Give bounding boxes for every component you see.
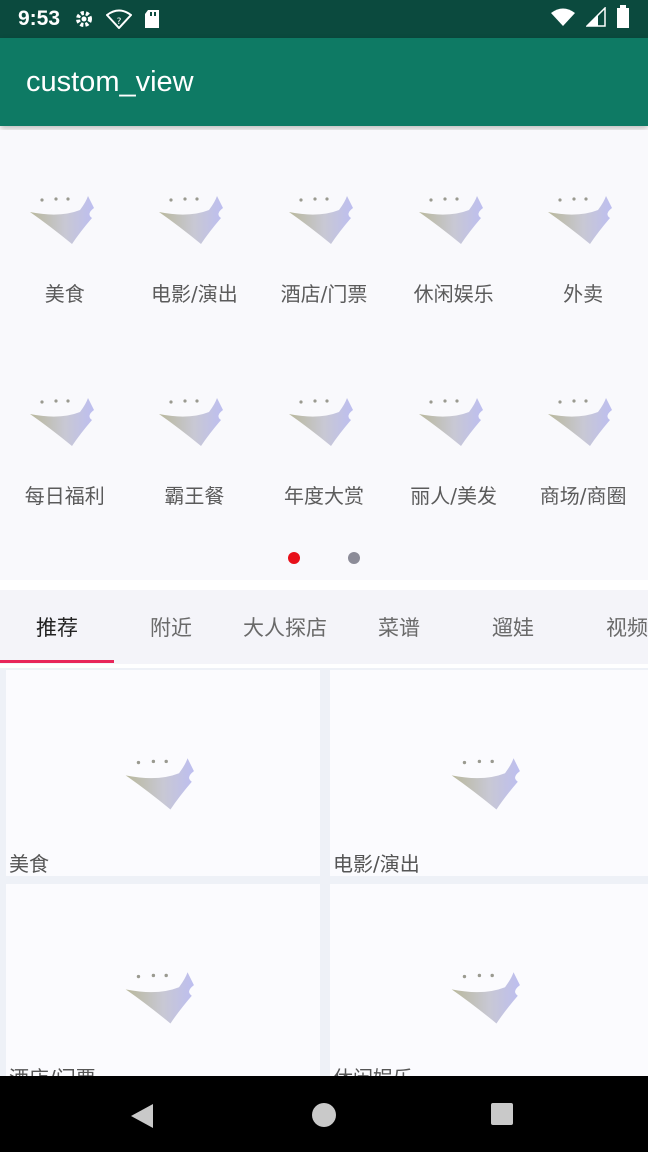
category-item[interactable]: 休闲娱乐: [389, 192, 519, 362]
placeholder-image-icon: [29, 398, 94, 446]
category-item[interactable]: 酒店/门票: [259, 192, 389, 362]
placeholder-image-icon: [288, 196, 353, 244]
card-label: 电影/演出: [333, 852, 420, 876]
placeholder-image-icon: [548, 398, 613, 446]
tab-video[interactable]: 视频: [570, 612, 648, 642]
app-title: custom_view: [26, 65, 194, 98]
battery-icon: [616, 5, 630, 33]
placeholder-image-icon: [451, 758, 520, 810]
content-card[interactable]: 电影/演出: [330, 670, 648, 876]
placeholder-image-icon: [451, 972, 520, 1024]
app-bar: custom_view: [0, 38, 648, 126]
category-label: 年度大赏: [283, 484, 364, 508]
page-indicator: [0, 552, 648, 566]
category-label: 美食: [44, 282, 85, 306]
placeholder-image-icon: [159, 398, 224, 446]
tab-indicator: [0, 660, 114, 663]
placeholder-image-icon: [125, 972, 194, 1024]
category-label: 每日福利: [24, 484, 105, 508]
category-item[interactable]: 年度大赏: [259, 394, 389, 564]
category-row: 每日福利 霸王餐 年度大赏 丽人/美发 商场/商圈: [0, 394, 648, 564]
category-grid[interactable]: 美食 电影/演出 酒店/门票 休闲娱乐 外卖 每日福利 霸王餐 年度大赏 丽人/…: [0, 130, 648, 580]
category-item[interactable]: 商场/商圈: [518, 394, 648, 564]
category-item[interactable]: 外卖: [518, 192, 648, 362]
category-item[interactable]: 霸王餐: [130, 394, 260, 564]
category-label: 丽人/美发: [410, 484, 497, 508]
content-card[interactable]: 休闲娱乐: [330, 884, 648, 1076]
category-label: 霸王餐: [164, 484, 225, 508]
tab-recipes[interactable]: 菜谱: [342, 612, 456, 642]
placeholder-image-icon: [418, 398, 483, 446]
page-dot-active[interactable]: [288, 552, 300, 564]
category-item[interactable]: 电影/演出: [130, 192, 260, 362]
content-card[interactable]: 酒店/门票: [6, 884, 320, 1076]
category-row: 美食 电影/演出 酒店/门票 休闲娱乐 外卖: [0, 192, 648, 362]
placeholder-image-icon: [29, 196, 94, 244]
tab-recommend[interactable]: 推荐: [0, 612, 114, 642]
page-dot-inactive[interactable]: [348, 552, 360, 564]
category-label: 商场/商圈: [539, 484, 627, 508]
tab-bar[interactable]: 推荐 附近 大人探店 菜谱 遛娃 视频: [0, 590, 648, 664]
placeholder-image-icon: [548, 196, 613, 244]
category-item[interactable]: 丽人/美发: [389, 394, 519, 564]
category-label: 休闲娱乐: [413, 282, 494, 306]
tab-store-visit[interactable]: 大人探店: [228, 612, 342, 642]
tab-nearby[interactable]: 附近: [114, 612, 228, 642]
home-icon[interactable]: [311, 1102, 337, 1132]
placeholder-image-icon: [418, 196, 483, 244]
back-icon[interactable]: [128, 1102, 156, 1134]
wifi-question-icon: ?: [106, 9, 133, 29]
category-label: 电影/演出: [151, 282, 238, 306]
wifi-icon: [550, 7, 576, 31]
placeholder-image-icon: [159, 196, 224, 244]
svg-text:?: ?: [117, 17, 122, 27]
recents-icon[interactable]: [490, 1102, 514, 1130]
category-item[interactable]: 美食: [0, 192, 130, 362]
placeholder-image-icon: [125, 758, 194, 810]
signal-icon: [585, 6, 606, 31]
sd-card-icon: [144, 9, 160, 29]
card-label: 酒店/门票: [9, 1062, 96, 1076]
status-bar: 9:53 ?: [0, 0, 648, 38]
content-card[interactable]: 美食: [6, 670, 320, 876]
card-label: 休闲娱乐: [333, 1062, 413, 1076]
category-label: 酒店/门票: [280, 282, 368, 306]
navigation-bar: [0, 1076, 648, 1152]
tab-kids[interactable]: 遛娃: [456, 612, 570, 642]
card-label: 美食: [9, 852, 49, 876]
status-time: 9:53: [18, 7, 61, 30]
placeholder-image-icon: [288, 398, 353, 446]
content-grid[interactable]: 美食 电影/演出 酒店/门票 休闲娱乐: [0, 668, 648, 1076]
gear-icon: [74, 9, 94, 29]
category-label: 外卖: [563, 282, 604, 306]
category-item[interactable]: 每日福利: [0, 394, 130, 564]
